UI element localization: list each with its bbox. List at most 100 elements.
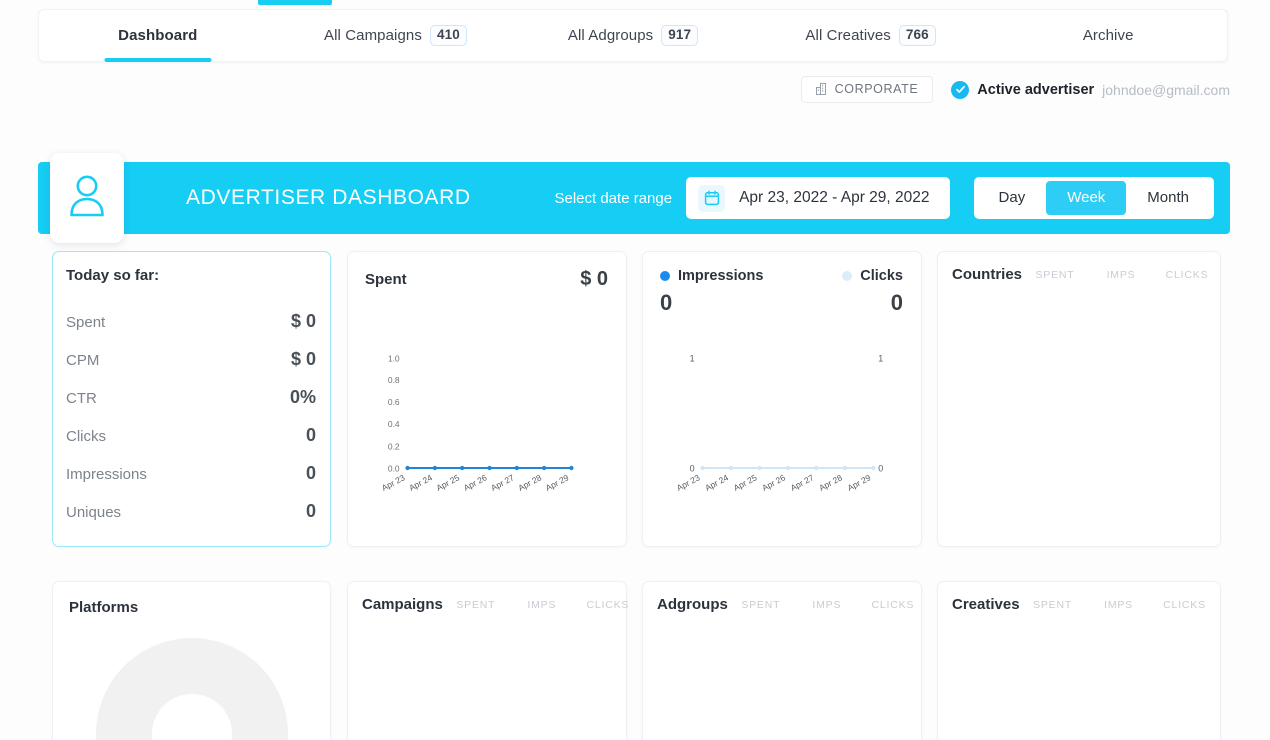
- svg-text:Apr 29: Apr 29: [544, 472, 571, 493]
- svg-text:0: 0: [690, 463, 695, 473]
- tab-all-adgroups[interactable]: All Adgroups 917: [514, 10, 752, 61]
- list-item: Spent $ 0: [66, 302, 316, 340]
- kpi-label: Uniques: [66, 504, 121, 521]
- date-range-picker[interactable]: Apr 23, 2022 - Apr 29, 2022: [686, 177, 949, 219]
- svg-text:0.4: 0.4: [388, 419, 400, 429]
- kpi-value: $ 0: [291, 311, 316, 332]
- main-tab-bar: Dashboard All Campaigns 410 All Adgroups…: [38, 9, 1228, 62]
- top-tab-indicator: [258, 0, 332, 5]
- campaigns-card: Campaigns SPENT IMPS CLICKS: [347, 581, 627, 740]
- granularity-day[interactable]: Day: [978, 181, 1047, 215]
- kpi-label: Impressions: [66, 466, 147, 483]
- list-item: Impressions 0: [66, 454, 316, 492]
- svg-text:Apr 27: Apr 27: [789, 472, 816, 493]
- hero-controls: Select date range Apr 23, 2022 - Apr 29,…: [554, 177, 1214, 219]
- svg-text:1: 1: [690, 353, 695, 363]
- page-title: ADVERTISER DASHBOARD: [186, 186, 471, 210]
- platforms-donut-chart: [53, 634, 330, 740]
- svg-text:Apr 23: Apr 23: [380, 472, 407, 493]
- svg-text:Apr 24: Apr 24: [703, 472, 730, 493]
- adgroups-card: Adgroups SPENT IMPS CLICKS: [642, 581, 922, 740]
- svg-text:Apr 23: Apr 23: [675, 472, 702, 493]
- list-item: Uniques 0: [66, 492, 316, 530]
- adgroups-header: Adgroups SPENT IMPS CLICKS: [657, 596, 907, 613]
- column-imps: IMPS: [794, 599, 860, 611]
- kpi-value: 0: [306, 425, 316, 446]
- today-so-far-title: Today so far:: [66, 267, 159, 284]
- countries-card: Countries SPENT IMPS CLICKS: [937, 251, 1221, 547]
- tab-all-campaigns-badge: 410: [430, 25, 467, 47]
- kpi-value: $ 0: [291, 349, 316, 370]
- user-avatar-icon: [67, 173, 107, 224]
- svg-text:0.8: 0.8: [388, 375, 400, 385]
- creatives-header: Creatives SPENT IMPS CLICKS: [952, 596, 1206, 613]
- office-building-icon: [816, 83, 828, 95]
- tab-active-underline: [104, 58, 211, 62]
- tab-archive[interactable]: Archive: [989, 10, 1227, 61]
- impressions-clicks-line-chart: 1 0 1 0 Apr 23 Apr 24 Apr 25 Apr 26 Apr …: [643, 252, 921, 546]
- dashboard-page: Dashboard All Campaigns 410 All Adgroups…: [0, 0, 1270, 740]
- column-spent: SPENT: [1020, 599, 1086, 611]
- tab-all-creatives[interactable]: All Creatives 766: [752, 10, 990, 61]
- svg-text:0: 0: [878, 463, 883, 473]
- corporate-button[interactable]: CORPORATE: [801, 76, 934, 103]
- svg-text:Apr 25: Apr 25: [435, 472, 462, 493]
- campaigns-header: Campaigns SPENT IMPS CLICKS: [362, 596, 612, 613]
- donut-icon: [92, 634, 292, 740]
- countries-header: Countries SPENT IMPS CLICKS: [952, 266, 1206, 283]
- svg-text:Apr 27: Apr 27: [489, 472, 516, 493]
- avatar: [50, 153, 124, 243]
- kpi-label: Clicks: [66, 428, 106, 445]
- column-imps: IMPS: [1086, 599, 1152, 611]
- svg-text:Apr 28: Apr 28: [817, 472, 844, 493]
- list-item: Clicks 0: [66, 416, 316, 454]
- creatives-title: Creatives: [952, 596, 1020, 613]
- select-date-range-label: Select date range: [554, 190, 672, 207]
- column-imps: IMPS: [509, 599, 575, 611]
- svg-text:Apr 26: Apr 26: [760, 472, 787, 493]
- tab-all-campaigns-label: All Campaigns: [324, 27, 422, 44]
- countries-title: Countries: [952, 266, 1022, 283]
- tab-all-campaigns[interactable]: All Campaigns 410: [277, 10, 515, 61]
- column-spent: SPENT: [1022, 269, 1088, 281]
- account-bar: CORPORATE Active advertiser johndoe@gmai…: [801, 76, 1230, 103]
- granularity-toggle: Day Week Month: [974, 177, 1214, 219]
- kpi-value: 0: [306, 501, 316, 522]
- tab-archive-label: Archive: [1083, 27, 1134, 44]
- svg-text:Apr 24: Apr 24: [407, 472, 434, 493]
- column-spent: SPENT: [728, 599, 794, 611]
- svg-text:1.0: 1.0: [388, 353, 400, 363]
- kpi-value: 0: [306, 463, 316, 484]
- svg-text:Apr 25: Apr 25: [732, 472, 759, 493]
- adgroups-title: Adgroups: [657, 596, 728, 613]
- adgroups-columns: SPENT IMPS CLICKS: [728, 599, 926, 611]
- date-range-value: Apr 23, 2022 - Apr 29, 2022: [739, 189, 929, 207]
- svg-text:1: 1: [878, 353, 883, 363]
- svg-text:Apr 26: Apr 26: [462, 472, 489, 493]
- today-so-far-list: Spent $ 0 CPM $ 0 CTR 0% Clicks 0 Impres…: [66, 302, 316, 530]
- tab-dashboard-label: Dashboard: [118, 27, 197, 44]
- granularity-month[interactable]: Month: [1126, 181, 1210, 215]
- creatives-columns: SPENT IMPS CLICKS: [1020, 599, 1218, 611]
- impressions-clicks-chart-card: Impressions Clicks 0 0 1 0 1 0 Apr: [642, 251, 922, 547]
- check-circle-icon: [951, 81, 969, 99]
- advertiser-dashboard-header: ADVERTISER DASHBOARD Select date range A…: [38, 162, 1230, 234]
- svg-text:0.0: 0.0: [388, 463, 400, 473]
- svg-text:Apr 28: Apr 28: [516, 472, 543, 493]
- spent-line-chart: 1.0 0.8 0.6 0.4 0.2 0.0 Apr 23 Apr 24 Ap…: [348, 252, 626, 546]
- svg-text:0.2: 0.2: [388, 442, 400, 452]
- campaigns-columns: SPENT IMPS CLICKS: [443, 599, 641, 611]
- kpi-label: Spent: [66, 314, 105, 331]
- granularity-week[interactable]: Week: [1046, 181, 1126, 215]
- campaigns-title: Campaigns: [362, 596, 443, 613]
- kpi-value: 0%: [290, 387, 316, 408]
- svg-text:Apr 29: Apr 29: [846, 472, 873, 493]
- list-item: CTR 0%: [66, 378, 316, 416]
- spent-chart-card: Spent $ 0 1.0 0.8 0.6 0.4 0.2 0.0 Apr 23…: [347, 251, 627, 547]
- list-item: CPM $ 0: [66, 340, 316, 378]
- column-imps: IMPS: [1088, 269, 1154, 281]
- column-clicks: CLICKS: [1154, 269, 1220, 281]
- tab-dashboard[interactable]: Dashboard: [39, 10, 277, 61]
- tab-all-adgroups-label: All Adgroups: [568, 27, 653, 44]
- column-clicks: CLICKS: [1152, 599, 1218, 611]
